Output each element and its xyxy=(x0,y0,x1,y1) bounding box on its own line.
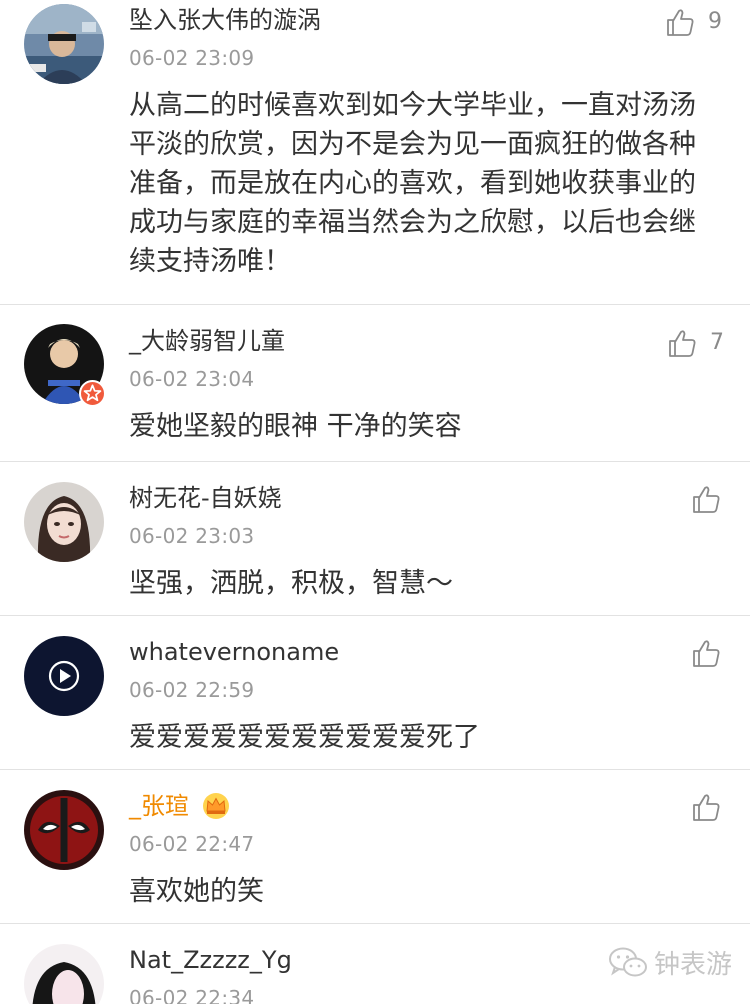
comment-text: 喜欢她的笑 xyxy=(129,876,264,907)
username[interactable]: 树无花-自妖娆 xyxy=(129,483,282,513)
comment-item: 树无花-自妖娆 06-02 23:03 坚强，洒脱，积极，智慧～ xyxy=(0,462,750,616)
wechat-icon xyxy=(608,946,648,980)
timestamp: 06-02 22:34 xyxy=(129,986,255,1004)
thumbs-up-icon xyxy=(690,791,722,823)
like-button[interactable] xyxy=(690,483,722,515)
like-count: 9 xyxy=(708,9,722,34)
like-count: 7 xyxy=(710,330,724,355)
username[interactable]: whatevernoname xyxy=(129,637,339,667)
avatar[interactable] xyxy=(24,636,104,716)
avatar[interactable] xyxy=(24,944,104,1004)
comment-text: 坚强，洒脱，积极，智慧～ xyxy=(129,568,453,599)
username[interactable]: _张瑄 xyxy=(129,791,189,821)
comment-text: 爱她坚毅的眼神 干净的笑容 xyxy=(129,411,462,442)
timestamp: 06-02 23:04 xyxy=(129,367,255,391)
thumbs-up-icon xyxy=(666,327,698,359)
comment-text: 爱爱爱爱爱爱爱爱爱爱爱死了 xyxy=(129,722,480,753)
thumbs-up-icon xyxy=(690,637,722,669)
comment-item: whatevernoname 06-02 22:59 爱爱爱爱爱爱爱爱爱爱爱死了 xyxy=(0,616,750,770)
timestamp: 06-02 23:09 xyxy=(129,46,255,70)
timestamp: 06-02 23:03 xyxy=(129,524,255,548)
avatar[interactable] xyxy=(24,790,104,870)
avatar[interactable] xyxy=(24,4,104,84)
like-button[interactable]: 7 xyxy=(666,327,724,359)
timestamp: 06-02 22:59 xyxy=(129,678,255,702)
thumbs-up-icon xyxy=(690,483,722,515)
username[interactable]: 坠入张大伟的漩涡 xyxy=(129,5,321,35)
username[interactable]: _大龄弱智儿童 xyxy=(129,326,285,356)
like-button[interactable] xyxy=(690,637,722,669)
timestamp: 06-02 22:47 xyxy=(129,832,255,856)
username[interactable]: Nat_Zzzzz_Yg xyxy=(129,945,292,975)
thumbs-up-icon xyxy=(664,6,696,38)
crown-icon xyxy=(201,792,231,820)
avatar[interactable] xyxy=(24,482,104,562)
watermark: 钟表游 xyxy=(608,944,732,981)
comment-item: _张瑄 06-02 22:47 喜欢她的笑 xyxy=(0,770,750,924)
comment-item: 坠入张大伟的漩涡 06-02 23:09 从高二的时候喜欢到如今大学毕业，一直对… xyxy=(0,0,750,305)
watermark-text: 钟表游 xyxy=(654,950,733,980)
comment-text: 从高二的时候喜欢到如今大学毕业，一直对汤汤平淡的欣赏，因为不是会为见一面疯狂的做… xyxy=(129,90,696,277)
like-button[interactable] xyxy=(690,791,722,823)
comment-item: _大龄弱智儿童 06-02 23:04 爱她坚毅的眼神 干净的笑容 7 xyxy=(0,305,750,462)
like-button[interactable]: 9 xyxy=(664,6,722,38)
star-badge-icon xyxy=(79,380,106,407)
